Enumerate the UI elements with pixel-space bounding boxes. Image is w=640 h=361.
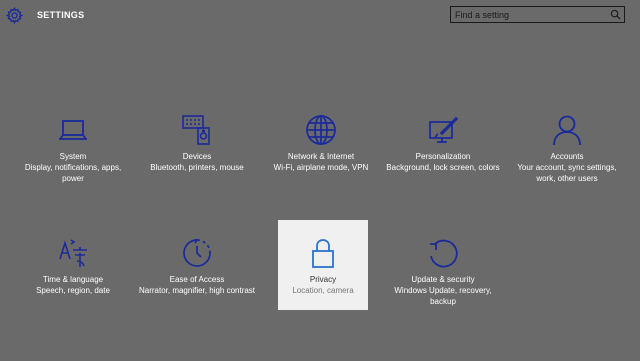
tile-label: Personalization (415, 152, 471, 161)
tile-label: Ease of Access (169, 275, 225, 284)
search-box[interactable] (450, 6, 625, 23)
tile-label: Network & Internet (287, 152, 355, 161)
globe-icon (306, 115, 336, 145)
devices-icon (182, 115, 210, 145)
search-input[interactable] (455, 7, 605, 22)
gear-icon (6, 7, 23, 24)
header: SETTINGS (0, 0, 640, 34)
personalization-icon (429, 116, 459, 143)
tile-ease-of-access[interactable]: Ease of Access Narrator, magnifier, high… (139, 237, 255, 327)
tile-privacy[interactable]: Privacy Location, camera (278, 220, 368, 310)
tile-time-language[interactable]: Time & language Speech, region, date (28, 237, 118, 327)
tile-personalization[interactable]: Personalization Background, lock screen,… (386, 114, 500, 204)
tile-label: System (59, 152, 87, 161)
tile-description: Narrator, magnifier, high contrast (138, 286, 256, 295)
person-icon (553, 115, 581, 146)
tile-description: Your account, sync settings, work, other… (517, 163, 617, 183)
tile-label: Update & security (411, 275, 475, 284)
ease-of-access-icon (183, 239, 211, 267)
tile-label: Time & language (42, 275, 104, 284)
tile-network-internet[interactable]: Network & Internet Wi-Fi, airplane mode,… (274, 114, 368, 204)
tile-label: Privacy (309, 275, 337, 284)
time-language-icon (59, 239, 87, 267)
tile-accounts[interactable]: Accounts Your account, sync settings, wo… (517, 114, 617, 204)
tile-description: Background, lock screen, colors (386, 163, 500, 172)
tile-devices[interactable]: Devices Bluetooth, printers, mouse (150, 114, 244, 204)
tile-label: Accounts (550, 152, 584, 161)
tile-label: Devices (182, 152, 212, 161)
tile-description: Windows Update, recovery, backup (394, 286, 492, 306)
tile-description: Location, camera (292, 286, 354, 295)
tile-description: Wi-Fi, airplane mode, VPN (273, 163, 369, 172)
tile-description: Speech, region, date (36, 286, 110, 295)
tile-description: Bluetooth, printers, mouse (150, 163, 244, 172)
tile-system[interactable]: System Display, notifications, apps, pow… (25, 114, 121, 204)
tile-description: Display, notifications, apps, power (24, 163, 122, 183)
laptop-icon (59, 120, 87, 140)
tile-update-security[interactable]: Update & security Windows Update, recove… (394, 237, 492, 327)
lock-icon (312, 239, 334, 268)
search-icon[interactable] (610, 9, 621, 20)
app-title: SETTINGS (37, 10, 85, 20)
update-icon (430, 239, 458, 268)
